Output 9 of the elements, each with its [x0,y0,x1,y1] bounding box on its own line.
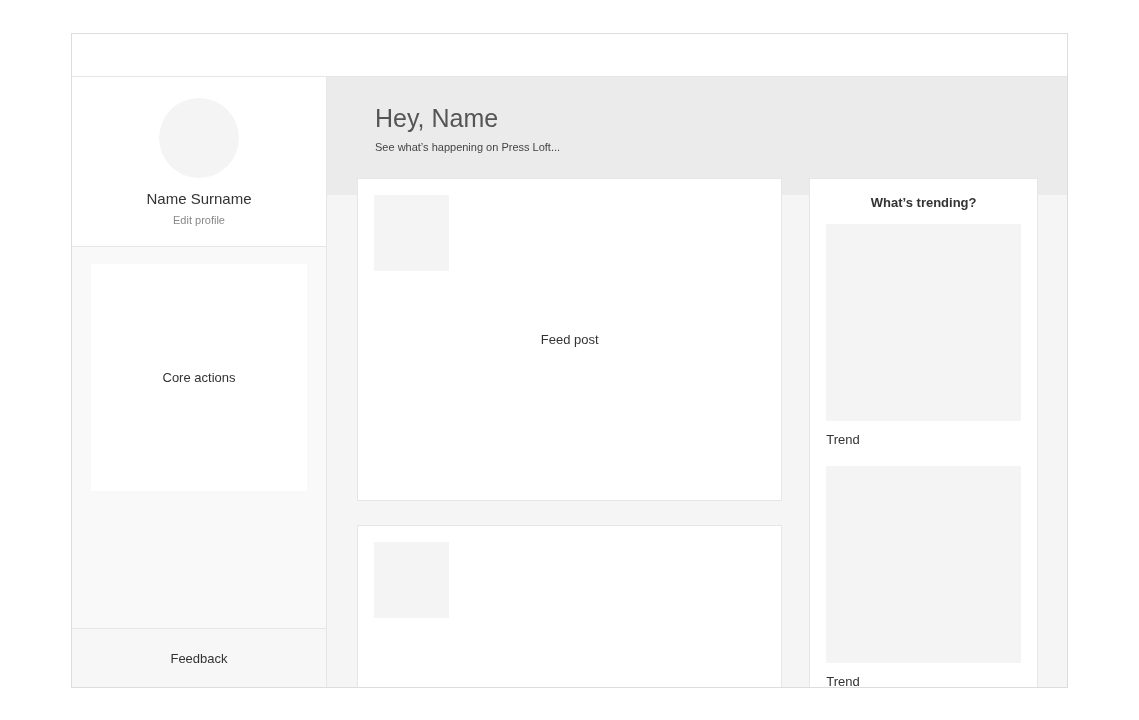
profile-name: Name Surname [146,190,252,207]
greeting-title: Hey, Name [375,104,500,133]
core-actions-panel: Core actions [91,264,307,491]
trend-label[interactable]: Trend [826,432,1021,447]
feed-post-label: Feed post [540,332,599,347]
greeting-subtitle: See what’s happening on Press Loft... [375,141,562,153]
trend-label[interactable]: Trend [826,674,1021,687]
edit-profile-link[interactable]: Edit profile [173,214,225,226]
trending-title: What’s trending? [870,195,977,210]
